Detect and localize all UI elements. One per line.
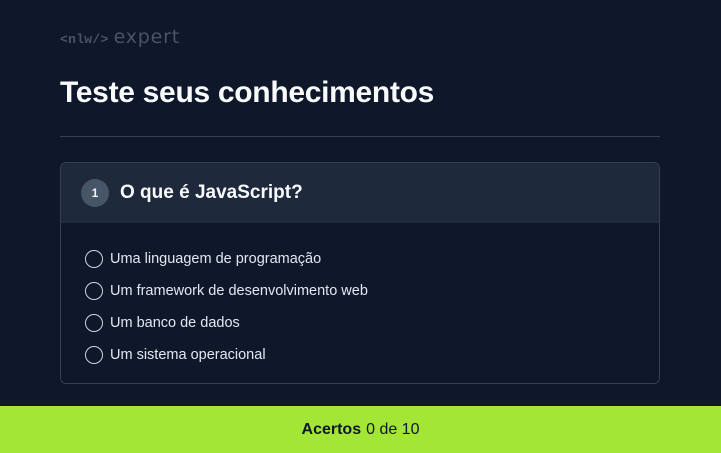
quiz-page: <nlw/> expert Teste seus conhecimentos 1… — [0, 0, 721, 453]
answer-label: Um sistema operacional — [110, 347, 266, 363]
logo-code-mark: <nlw/> — [60, 32, 109, 47]
answer-option[interactable]: Um sistema operacional — [61, 339, 659, 371]
logo-wordmark: expert — [113, 26, 181, 48]
page-title: Teste seus conhecimentos — [60, 76, 435, 109]
nlw-expert-logo: <nlw/> expert — [60, 26, 180, 48]
radio-button[interactable] — [85, 250, 103, 268]
answer-option[interactable]: Um framework de desenvolvimento web — [61, 275, 659, 307]
score-bar: Acertos 0 de 10 — [0, 406, 721, 453]
question-text: O que é JavaScript? — [120, 182, 303, 203]
score-value: 0 de 10 — [366, 420, 420, 438]
answer-label: Um banco de dados — [110, 315, 240, 331]
radio-button[interactable] — [85, 314, 103, 332]
radio-button[interactable] — [85, 346, 103, 364]
question-card: 1 O que é JavaScript? Uma linguagem de p… — [60, 162, 660, 384]
radio-button[interactable] — [85, 282, 103, 300]
answer-list: Uma linguagem de programação Um framewor… — [61, 223, 659, 371]
question-number-badge: 1 — [81, 179, 109, 207]
answer-option[interactable]: Uma linguagem de programação — [61, 243, 659, 275]
question-header: 1 O que é JavaScript? — [61, 163, 659, 223]
title-divider — [60, 136, 660, 137]
answer-label: Um framework de desenvolvimento web — [110, 283, 368, 299]
score-label: Acertos — [301, 420, 362, 438]
answer-label: Uma linguagem de programação — [110, 251, 322, 267]
answer-option[interactable]: Um banco de dados — [61, 307, 659, 339]
